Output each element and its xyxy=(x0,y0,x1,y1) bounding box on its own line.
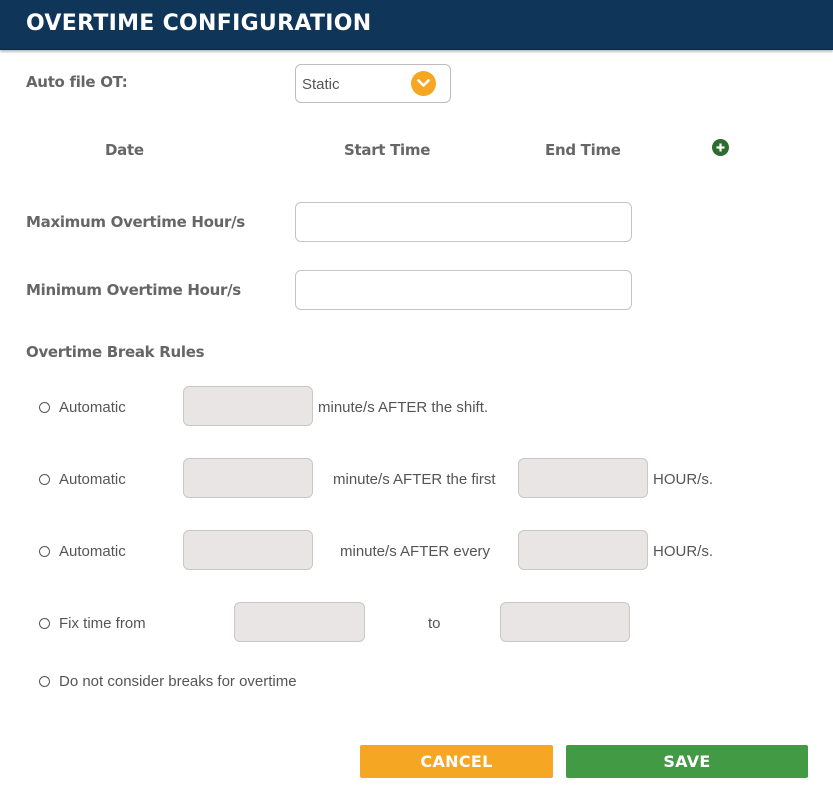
break-rule-2-radio[interactable] xyxy=(39,474,50,485)
column-header-end-time: End Time xyxy=(545,141,621,159)
break-rule-3-label: Automatic xyxy=(59,543,126,560)
max-overtime-input[interactable] xyxy=(295,202,632,242)
add-row-icon[interactable] xyxy=(712,139,729,156)
fix-time-to-input[interactable] xyxy=(500,602,630,642)
cancel-button[interactable]: CANCEL xyxy=(360,745,553,778)
break-rule-3-suffix: HOUR/s. xyxy=(653,543,713,560)
auto-file-select[interactable]: Static xyxy=(295,64,451,103)
min-overtime-input[interactable] xyxy=(295,270,632,310)
max-overtime-label: Maximum Overtime Hour/s xyxy=(26,213,245,231)
break-rule-1-suffix: minute/s AFTER the shift. xyxy=(318,399,489,416)
min-overtime-label: Minimum Overtime Hour/s xyxy=(26,281,241,299)
break-rule-3-radio[interactable] xyxy=(39,546,50,557)
break-rule-4-label: Fix time from xyxy=(59,615,146,632)
break-rule-1-label: Automatic xyxy=(59,399,126,416)
break-rule-5-radio[interactable] xyxy=(39,676,50,687)
break-rule-1-radio[interactable] xyxy=(39,402,50,413)
save-button[interactable]: SAVE xyxy=(566,745,808,778)
auto-file-label: Auto file OT: xyxy=(26,73,128,91)
dialog-title: OVERTIME CONFIGURATION xyxy=(26,11,372,36)
auto-file-selected-value: Static xyxy=(302,76,340,93)
break-rule-5-label: Do not consider breaks for overtime xyxy=(59,673,297,690)
break-rule-2-label: Automatic xyxy=(59,471,126,488)
dialog-header: OVERTIME CONFIGURATION xyxy=(0,0,833,50)
break-rule-2-middle: minute/s AFTER the first xyxy=(333,471,496,488)
break-rule-3-hours-input[interactable] xyxy=(518,530,648,570)
fix-time-from-input[interactable] xyxy=(234,602,365,642)
chevron-down-icon[interactable] xyxy=(411,71,436,96)
break-rule-4-to: to xyxy=(428,615,441,632)
break-rule-3-middle: minute/s AFTER every xyxy=(340,543,491,560)
column-header-date: Date xyxy=(105,141,144,159)
break-rule-1-minutes-input[interactable] xyxy=(183,386,313,426)
break-rule-2-suffix: HOUR/s. xyxy=(653,471,713,488)
break-rule-2-hours-input[interactable] xyxy=(518,458,648,498)
break-rule-4-radio[interactable] xyxy=(39,618,50,629)
column-header-start-time: Start Time xyxy=(344,141,431,159)
break-rules-title: Overtime Break Rules xyxy=(26,343,205,361)
break-rule-3-minutes-input[interactable] xyxy=(183,530,313,570)
break-rule-2-minutes-input[interactable] xyxy=(183,458,313,498)
